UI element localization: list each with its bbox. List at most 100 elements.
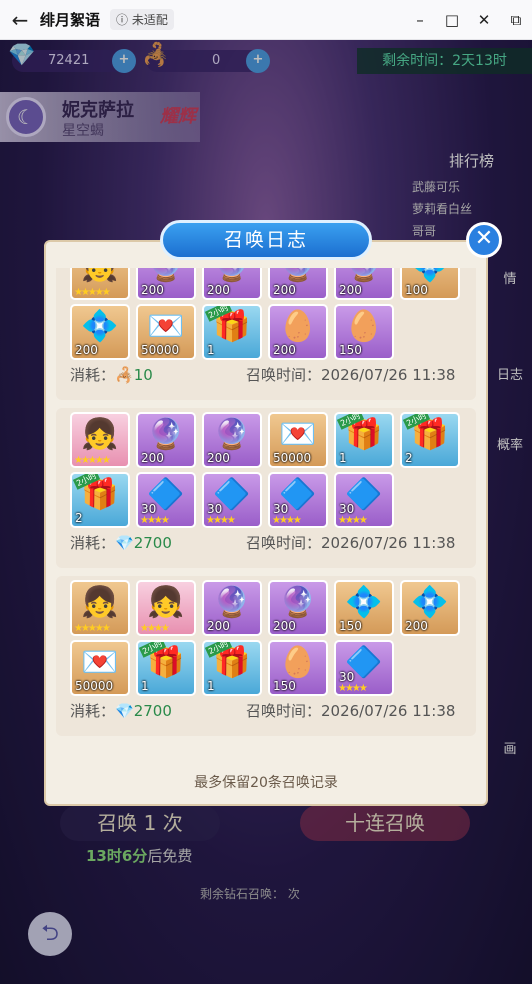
item-quantity: 30 — [207, 502, 223, 516]
item-quantity: 50000 — [273, 451, 312, 465]
item-quantity: 200 — [273, 619, 296, 633]
item-stars: ★★★★ — [206, 515, 236, 526]
item-quantity: 200 — [75, 343, 98, 357]
item-quantity: 30 — [273, 502, 289, 516]
item-stars: ★★★★★ — [74, 287, 111, 298]
reward-item-orb[interactable]: 🔮200 — [202, 268, 262, 300]
item-quantity: 1 — [207, 679, 215, 693]
cost-value: 2700 — [133, 534, 172, 552]
reward-item-gem[interactable]: 🔷 30 ★★★★ — [334, 472, 394, 528]
log-record: 👧 ★★★★★ 👧 ★★★★ 🔮 200 🔮 200 💠 150 💠 200 💌 50000 🎁 2小时 1 🎁 2… — [56, 576, 476, 736]
window-titlebar: ← 绯月絮语 ⓘ 未适配 – □ ✕ ⧉ — [0, 0, 532, 40]
reward-item-gem[interactable]: 🔷 30 ★★★★ — [202, 472, 262, 528]
cost-value: 10 — [133, 366, 153, 384]
item-quantity: 2 — [405, 451, 413, 465]
reward-item-gem[interactable]: 🔷 30 ★★★★ — [268, 472, 328, 528]
cost-value: 2700 — [133, 702, 172, 720]
item-stars: ★★★★★ — [74, 455, 111, 466]
char-icon: 👧 — [147, 585, 185, 620]
sidebar-toggle-icon[interactable]: ⧉ — [500, 0, 532, 40]
diamond-icon: 💎 — [115, 702, 134, 720]
reward-item-chest[interactable]: 🎁 2小时 2 — [400, 412, 460, 468]
orb-icon: 🔮 — [344, 268, 384, 284]
summon-time: 召唤时间：2026/07/26 11:38 — [246, 534, 456, 552]
orb-icon: 🔮 — [278, 268, 318, 284]
item-stars: ★★★★ — [140, 515, 170, 526]
summon-log-list[interactable]: 👧★★★★★🔮200🔮200🔮200🔮200💠100💠200💌50000🎁2小时… — [56, 268, 476, 754]
crystal-icon: 💠 — [411, 585, 449, 620]
reward-item-chest[interactable]: 🎁 2小时 1 — [202, 640, 262, 696]
reward-item-gem[interactable]: 🔷 30 ★★★★ — [334, 640, 394, 696]
minimize-icon[interactable]: – — [404, 0, 436, 40]
item-quantity: 50000 — [75, 679, 114, 693]
item-quantity: 200 — [273, 343, 296, 357]
orb-icon: 🔮 — [147, 417, 185, 452]
orb-icon: 🔮 — [212, 268, 252, 284]
close-icon[interactable]: ✕ — [466, 222, 502, 258]
reward-item-char[interactable]: 👧 ★★★★ — [136, 580, 196, 636]
reward-item-chest[interactable]: 🎁 2小时 1 — [334, 412, 394, 468]
item-quantity: 2 — [75, 511, 83, 525]
reward-item-orb[interactable]: 🔮200 — [268, 580, 328, 636]
reward-item-chest[interactable]: 🎁 2小时 2 — [70, 472, 130, 528]
item-quantity: 1 — [339, 451, 347, 465]
orb-icon: 🔮 — [146, 268, 186, 284]
game-canvas: 💎 72421 + 🦂 0 + 剩余时间：2天13时 ☾ 妮克萨拉 星空蝎 耀辉… — [0, 40, 532, 984]
item-quantity: 200 — [273, 283, 296, 297]
item-stars: ★★★★ — [338, 515, 368, 526]
reward-item-crystal[interactable]: 💠 150 — [334, 580, 394, 636]
dialog-title: 召唤日志 — [160, 220, 372, 260]
card-icon: 💌 — [81, 645, 119, 680]
item-quantity: 200 — [339, 283, 362, 297]
item-quantity: 50000 — [141, 343, 180, 357]
item-quantity: 30 — [339, 670, 355, 684]
reward-item-char[interactable]: 👧 ★★★★★ — [70, 580, 130, 636]
scorpion-icon: 🦂 — [115, 366, 134, 384]
egg-icon: 🥚 — [345, 309, 383, 344]
card-icon: 💌 — [279, 417, 317, 452]
maximize-icon[interactable]: □ — [436, 0, 468, 40]
item-quantity: 200 — [141, 283, 164, 297]
reward-item-orb[interactable]: 🔮200 — [334, 268, 394, 300]
reward-item-crystal[interactable]: 💠 200 — [400, 580, 460, 636]
item-quantity: 30 — [141, 502, 157, 516]
cost-label: 消耗：🦂10 — [70, 364, 153, 385]
item-stars: ★★★★★ — [74, 623, 111, 634]
cost-label: 消耗：💎2700 — [70, 700, 172, 721]
back-arrow-icon[interactable]: ← — [0, 8, 40, 32]
close-window-icon[interactable]: ✕ — [468, 0, 500, 40]
reward-item-card[interactable]: 💌 50000 — [268, 412, 328, 468]
reward-item-crystal[interactable]: 💠100 — [400, 268, 460, 300]
reward-item-chest[interactable]: 🎁 2小时 1 — [202, 304, 262, 360]
item-stars: ★★★★ — [338, 683, 368, 694]
reward-item-chest[interactable]: 🎁 2小时 1 — [136, 640, 196, 696]
reward-item-char[interactable]: 👧 ★★★★★ — [70, 412, 130, 468]
item-quantity: 30 — [339, 502, 355, 516]
cost-prefix: 消耗： — [70, 534, 116, 552]
item-quantity: 200 — [141, 451, 164, 465]
reward-item-card[interactable]: 💌 50000 — [136, 304, 196, 360]
item-quantity: 150 — [339, 343, 362, 357]
summon-time: 召唤时间：2026/07/26 11:38 — [246, 366, 456, 384]
reward-item-orb[interactable]: 🔮200 — [136, 268, 196, 300]
reward-item-orb[interactable]: 🔮200 — [136, 412, 196, 468]
reward-item-egg[interactable]: 🥚 200 — [268, 304, 328, 360]
reward-item-crystal[interactable]: 💠 200 — [70, 304, 130, 360]
orb-icon: 🔮 — [279, 585, 317, 620]
reward-item-card[interactable]: 💌 50000 — [70, 640, 130, 696]
reward-item-orb[interactable]: 🔮200 — [202, 580, 262, 636]
item-quantity: 1 — [207, 343, 215, 357]
item-quantity: 150 — [339, 619, 362, 633]
item-quantity: 150 — [273, 679, 296, 693]
cost-prefix: 消耗： — [70, 366, 116, 384]
reward-item-orb[interactable]: 🔮200 — [202, 412, 262, 468]
reward-item-char[interactable]: 👧 ★★★★★ — [70, 268, 130, 300]
reward-item-orb[interactable]: 🔮200 — [268, 268, 328, 300]
item-quantity: 200 — [207, 619, 230, 633]
orb-icon: 🔮 — [213, 585, 251, 620]
reward-item-egg[interactable]: 🥚 150 — [268, 640, 328, 696]
reward-item-gem[interactable]: 🔷 30 ★★★★ — [136, 472, 196, 528]
char-icon: 👧 — [81, 585, 119, 620]
log-record: 👧 ★★★★★ 🔮 200 🔮 200 💌 50000 🎁 2小时 1 🎁 2小时 2 🎁 2小时 2 🔷 30 ★★… — [56, 408, 476, 568]
reward-item-egg[interactable]: 🥚 150 — [334, 304, 394, 360]
